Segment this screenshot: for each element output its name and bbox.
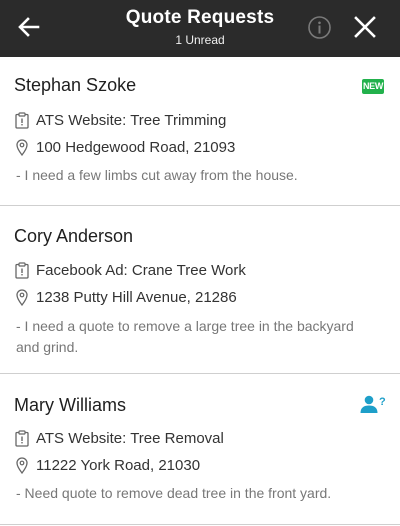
- lead-source: ATS Website: Tree Removal: [14, 429, 224, 447]
- map-pin-icon: [14, 288, 30, 306]
- request-note: - I need a few limbs cut away from the h…: [16, 167, 298, 183]
- customer-name: Mary Williams: [14, 395, 126, 415]
- address-text: 1238 Putty Hill Avenue, 21286: [36, 288, 237, 306]
- new-badge: NEW: [362, 79, 384, 94]
- lead-source-text: ATS Website: Tree Removal: [36, 429, 224, 447]
- svg-text:?: ?: [379, 396, 386, 408]
- request-note: - I need a quote to remove a large tree …: [16, 318, 354, 355]
- lead-source: ATS Website: Tree Trimming: [14, 111, 226, 129]
- quote-request-list: Stephan Szoke NEW ATS Website: Tree Trim…: [0, 57, 400, 525]
- lead-source-text: ATS Website: Tree Trimming: [36, 111, 227, 129]
- person-question-icon: ?: [360, 394, 386, 414]
- clipboard-icon: [14, 429, 30, 447]
- customer-name: Stephan Szoke: [14, 75, 137, 95]
- address: 1238 Putty Hill Avenue, 21286: [14, 288, 237, 306]
- quote-request-card[interactable]: Mary Williams ? ATS Website: Tree Remova…: [0, 374, 400, 525]
- clipboard-icon: [14, 261, 30, 279]
- address: 11222 York Road, 21030: [14, 456, 200, 474]
- info-circle-icon: [308, 16, 331, 39]
- address-text: 100 Hedgewood Road, 21093: [36, 138, 236, 156]
- customer-name: Cory Anderson: [14, 226, 134, 246]
- request-note: - Need quote to remove dead tree in the …: [16, 485, 332, 501]
- address: 100 Hedgewood Road, 21093: [14, 138, 235, 156]
- info-button[interactable]: [307, 15, 332, 40]
- address-text: 11222 York Road, 21030: [36, 456, 201, 474]
- quote-request-card[interactable]: Stephan Szoke NEW ATS Website: Tree Trim…: [0, 57, 400, 206]
- close-icon: [354, 16, 376, 38]
- unread-count: 1 Unread: [175, 33, 225, 47]
- page-title: Quote Requests: [125, 7, 275, 28]
- map-pin-icon: [14, 456, 30, 474]
- clipboard-icon: [14, 111, 30, 129]
- app-header: Quote Requests 1 Unread: [0, 0, 400, 57]
- close-button[interactable]: [352, 14, 378, 40]
- map-pin-icon: [14, 138, 30, 156]
- header-titles: Quote Requests 1 Unread: [0, 7, 400, 48]
- quote-request-card[interactable]: Cory Anderson Facebook Ad: Crane Tree Wo…: [0, 206, 400, 374]
- lead-source: Facebook Ad: Crane Tree Work: [14, 261, 246, 279]
- lead-source-text: Facebook Ad: Crane Tree Work: [36, 261, 246, 279]
